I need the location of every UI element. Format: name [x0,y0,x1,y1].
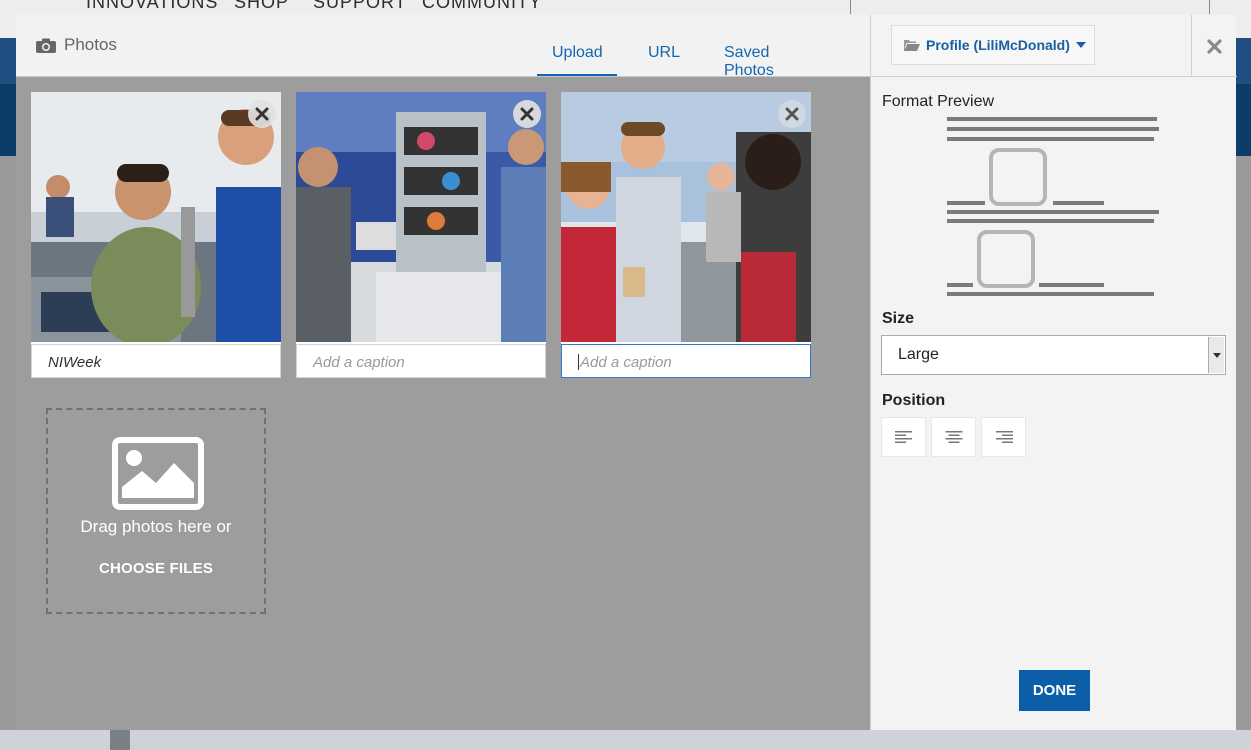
bg-nav-shop: SHOP [234,0,290,12]
photos-modal: Photos Upload URL Saved Photos NIWeek Ad… [16,15,1237,730]
bg-nav-innovations: INNOVATIONS [86,0,219,12]
close-icon [255,107,269,121]
tab-upload[interactable]: Upload [552,44,603,62]
align-left-icon [894,431,912,443]
tab-url[interactable]: URL [648,44,680,62]
close-icon [1207,38,1222,54]
caret-down-icon [1075,42,1086,48]
caption-input-focused[interactable]: Add a caption [561,344,811,378]
size-label: Size [882,310,915,327]
photo-dropzone[interactable]: Drag photos here or CHOOSE FILES [46,408,266,614]
position-label: Position [882,392,946,409]
close-modal-button[interactable] [1191,15,1237,77]
caption-input[interactable]: NIWeek [31,344,281,378]
bg-nav-community: COMMUNITY [422,0,542,12]
format-preview-graphic [947,115,1163,305]
select-arrow-icon [1208,337,1224,373]
tab-saved-photos[interactable]: Saved Photos [724,44,774,80]
folder-open-icon [904,39,920,51]
profile-label: Profile (LiliMcDonald) [926,37,1070,53]
align-center-button[interactable] [931,417,976,457]
photo-thumbnail [561,92,811,342]
modal-title: Photos [36,35,117,55]
photo-thumbnail [296,92,546,342]
align-left-button[interactable] [881,417,926,457]
bg-nav-support: SUPPORT [313,0,407,12]
profile-dropdown[interactable]: Profile (LiliMcDonald) [891,25,1095,65]
remove-photo-button[interactable] [248,100,276,128]
close-icon [785,107,799,121]
camera-icon [36,38,56,53]
done-button[interactable]: DONE [1019,670,1090,711]
modal-title-text: Photos [64,35,117,54]
align-right-button[interactable] [981,417,1026,457]
remove-photo-button[interactable] [778,100,806,128]
photo-card: Add a caption [561,92,811,378]
remove-photo-button[interactable] [513,100,541,128]
panel-header: Profile (LiliMcDonald) [871,15,1237,77]
format-preview-label: Format Preview [882,93,995,110]
position-buttons [881,417,1026,457]
align-right-icon [995,431,1013,443]
photo-card: NIWeek [31,92,281,378]
align-center-icon [945,431,962,443]
format-panel: Profile (LiliMcDonald) Format Preview Si… [870,15,1237,730]
modal-header: Photos Upload URL Saved Photos [16,15,870,80]
text-caret [578,354,579,370]
photo-card: Add a caption [296,92,546,378]
image-icon [112,437,204,510]
close-icon [520,107,534,121]
bg-search-box [850,0,1210,14]
size-select[interactable]: Large [881,335,1226,375]
caption-input[interactable]: Add a caption [296,344,546,378]
caption-placeholder: Add a caption [580,354,672,371]
photo-thumbnail [31,92,281,342]
size-select-value: Large [898,346,939,363]
background-footer [0,730,1251,750]
active-tab-indicator [537,74,617,76]
choose-files-button[interactable]: CHOOSE FILES [48,560,264,577]
dropzone-text: Drag photos here or [80,517,232,536]
